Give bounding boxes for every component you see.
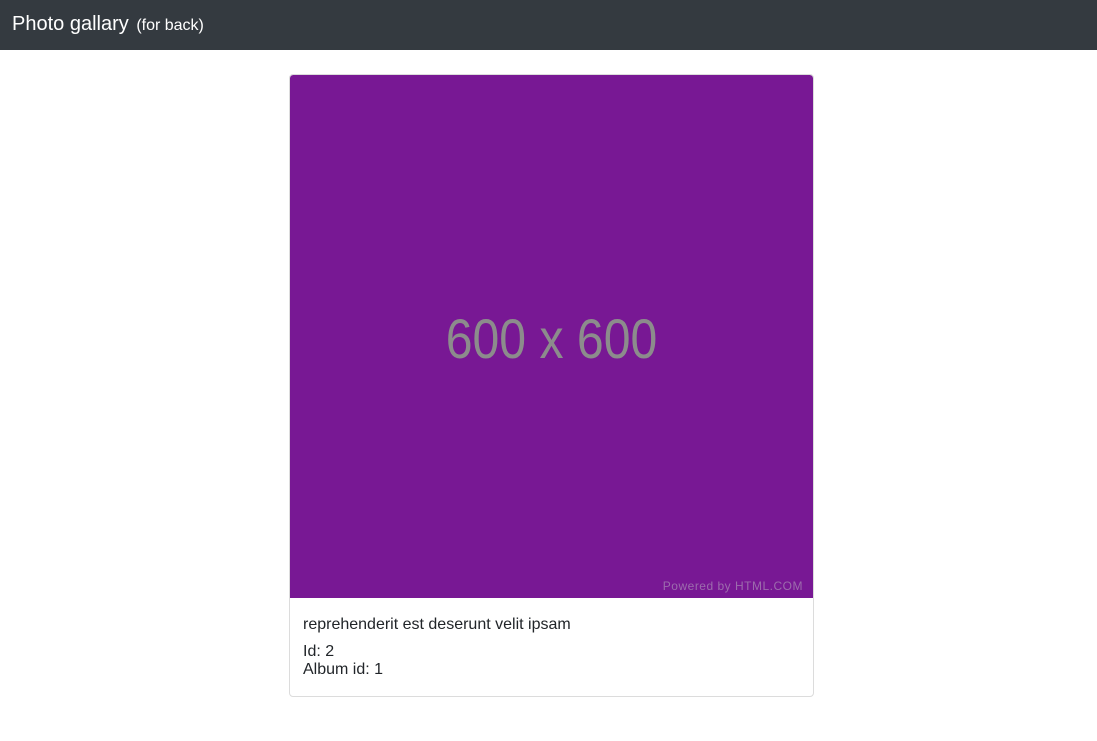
photo-thumbnail: 600 x 600 Powered by HTML.COM	[290, 75, 813, 598]
photo-card: 600 x 600 Powered by HTML.COM reprehende…	[289, 74, 814, 697]
image-credit-text: Powered by HTML.COM	[662, 579, 803, 593]
brand-title: Photo gallary	[12, 13, 129, 35]
brand-subtitle: (for back)	[136, 17, 204, 34]
album-id: Album id: 1	[303, 661, 384, 678]
photo-id: Id: 2	[303, 643, 335, 660]
navbar-brand[interactable]: Photo gallary (for back)	[12, 12, 204, 38]
card-body: reprehenderit est deserunt velit ipsam I…	[290, 598, 813, 679]
top-navbar: Photo gallary (for back)	[0, 0, 1097, 50]
photo-title: reprehenderit est deserunt velit ipsam	[303, 616, 571, 633]
image-placeholder-text: 600 x 600	[445, 307, 658, 370]
